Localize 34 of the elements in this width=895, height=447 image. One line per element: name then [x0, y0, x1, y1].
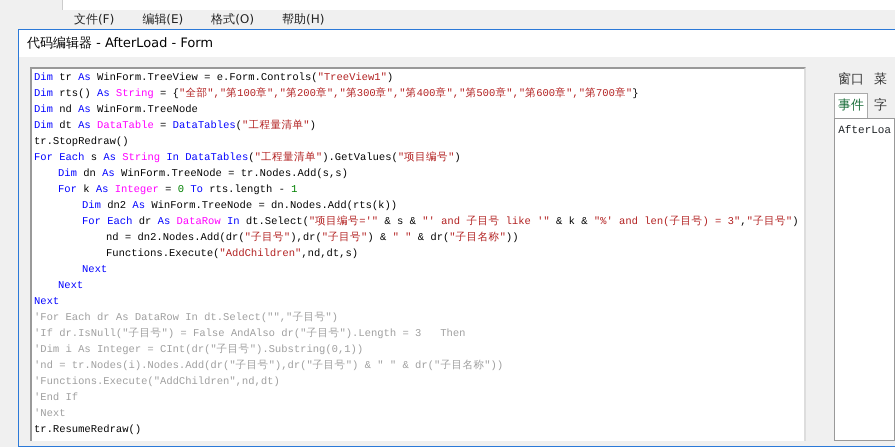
code-line: Next: [81, 263, 108, 278]
window-title: 代码编辑器 - AfterLoad - Form: [19, 30, 895, 57]
code-line: 'Dim i As Integer = CInt(dr("子目号").Substring(0,1)): [34, 342, 364, 358]
code-line: Next: [57, 279, 84, 294]
code-line: Functions.Execute("AddChildren",nd,dt,s): [105, 247, 358, 262]
code-line: For k As Integer = 0 To rts.length - 1: [57, 183, 298, 198]
code-line: 'Next: [34, 407, 66, 422]
code-line: tr.ResumeRedraw(): [34, 423, 142, 438]
code-editor[interactable]: [30, 67, 806, 441]
code-line: 'nd = tr.Nodes(i).Nodes.Add(dr("子目号"),dr("子目号") & " " & dr("子目名称")): [34, 358, 504, 374]
code-line: For Each s As String In DataTables("工程量清单").GetValues("项目编号"): [34, 150, 461, 166]
menu-item[interactable]: 格式(O): [211, 10, 254, 28]
code-line: Dim dn As WinForm.TreeNode = tr.Nodes.Add(s,s): [57, 167, 348, 182]
code-line: 'End If: [34, 391, 78, 406]
code-line: Dim tr As WinForm.TreeView = e.Form.Controls("TreeView1"): [34, 71, 394, 86]
code-line: 'Functions.Execute("AddChildren",nd,dt): [34, 375, 280, 390]
code-line: nd = dn2.Nodes.Add(dr("子目号"),dr("子目号") & " " & dr("子目名称")): [105, 230, 519, 246]
tab[interactable]: 窗口: [834, 67, 868, 92]
code-line: For Each dr As DataRow In dt.Select("项目编号='" & s & "' and 子目号 like '" & k & "%' and len(子目号) = 3","子目号"): [81, 214, 798, 230]
menu-item[interactable]: 帮助(H): [282, 10, 324, 28]
menu-item[interactable]: 文件(F): [74, 10, 114, 28]
code-line: 'If dr.IsNull("子目号") = False AndAlso dr("子目号").Length = 3 Then: [34, 326, 466, 342]
code-line: Dim nd As WinForm.TreeNode: [34, 103, 198, 118]
tab[interactable]: 字: [870, 92, 892, 118]
code-line: 'For Each dr As DataRow In dt.Select("","子目号"): [34, 310, 338, 326]
tab[interactable]: 事件: [834, 92, 868, 118]
code-line: Next: [34, 295, 60, 310]
code-line: Dim dn2 As WinForm.TreeNode = dn.Nodes.Add(rts(k)): [81, 199, 398, 214]
menu-item[interactable]: 编辑(E): [142, 10, 184, 28]
code-line: Dim rts() As String = {"全部","第100章","第200章","第300章","第400章","第500章","第600章","第700章"}: [34, 86, 639, 102]
tab[interactable]: 菜: [870, 67, 892, 92]
code-line: Dim dt As DataTable = DataTables("工程量清单"): [34, 118, 316, 134]
code-line: tr.StopRedraw(): [34, 135, 129, 150]
event-item[interactable]: AfterLoa: [838, 123, 891, 140]
